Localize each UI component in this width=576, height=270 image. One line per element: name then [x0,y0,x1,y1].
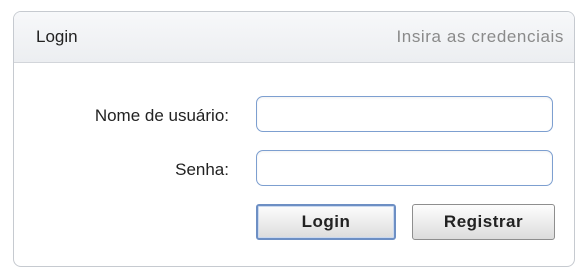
panel-header: Login Insira as credenciais [14,12,574,63]
username-input[interactable] [256,96,553,132]
register-button[interactable]: Registrar [412,204,555,240]
login-panel: Login Insira as credenciais Nome de usuá… [13,11,575,267]
login-button[interactable]: Login [256,204,396,240]
username-label: Nome de usuário: [94,106,229,125]
password-label: Senha: [175,160,229,179]
password-input[interactable] [256,150,553,186]
panel-title: Login [36,27,78,46]
panel-subtitle: Insira as credenciais [396,27,564,46]
